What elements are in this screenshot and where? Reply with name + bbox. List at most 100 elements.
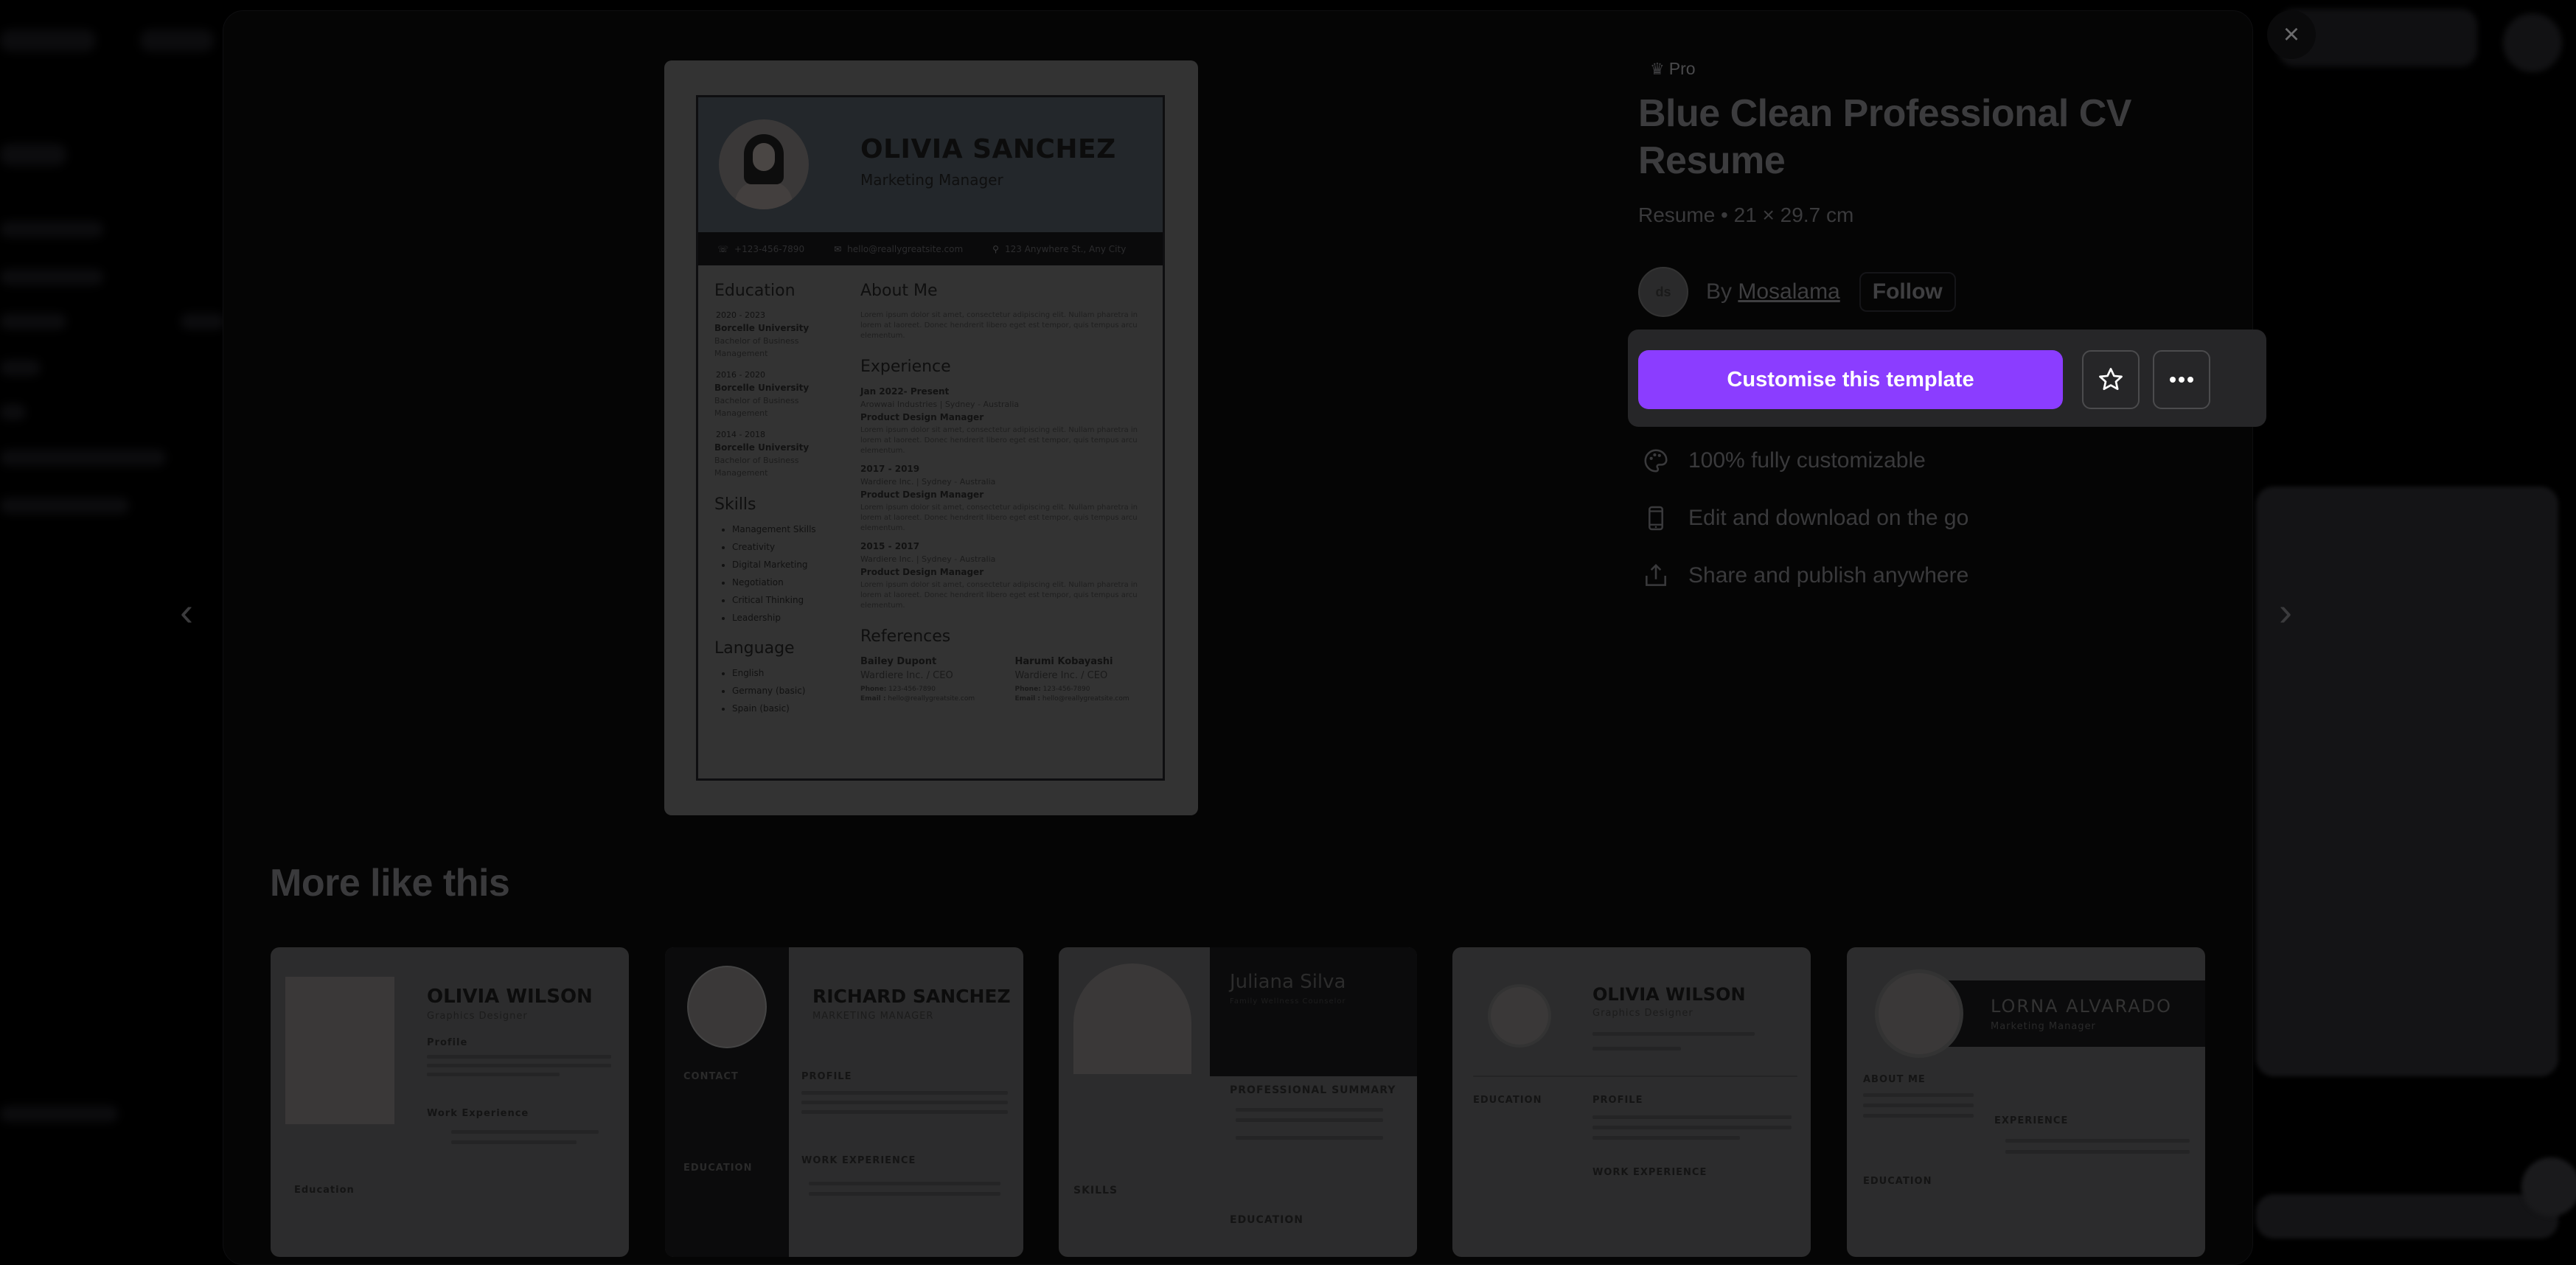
chevron-left-icon: ‹ — [180, 590, 193, 634]
bg-sidebar-item — [0, 221, 103, 237]
template-name: RICHARD SANCHEZ — [812, 986, 1011, 1007]
creator-row: ds By Mosalama Follow — [1638, 267, 1956, 317]
email-label: Email : — [1014, 695, 1041, 703]
experience-title: Product Design Manager — [860, 412, 984, 422]
reference-item: Harumi Kobayashi Wardiere Inc. / CEO Pho… — [1015, 656, 1152, 705]
more-horizontal-icon — [2170, 377, 2193, 383]
bg-sidebar-item — [0, 269, 103, 285]
experience-item: 2015 - 2017 Wardiere Inc. | Sydney - Aus… — [860, 541, 1152, 611]
language-item: Germany (basic) — [732, 686, 847, 696]
reference-name: Harumi Kobayashi — [1014, 656, 1113, 667]
education-years: 2014 - 2018 — [716, 430, 765, 439]
feature-item: 100% fully customizable — [1641, 432, 1968, 489]
bg-template-card — [2256, 487, 2558, 1076]
about-text: Lorem ipsum dolor sit amet, consectetur … — [860, 311, 1138, 340]
template-name: LORNA ALVARADO — [1991, 996, 2173, 1017]
resume-document: OLIVIA SANCHEZ Marketing Manager ☏ +123-… — [696, 95, 1165, 781]
star-icon — [2099, 368, 2123, 391]
template-section: EDUCATION — [1863, 1176, 1932, 1187]
bg-user-avatar — [2503, 13, 2562, 72]
chevron-right-icon: › — [2279, 590, 2292, 634]
phone-label: Phone: — [1014, 686, 1041, 693]
previous-template-button[interactable]: ‹ — [164, 590, 209, 634]
template-card[interactable]: LORNA ALVARADO Marketing Manager ABOUT M… — [1847, 947, 2205, 1257]
template-section: EXPERIENCE — [1994, 1115, 2069, 1126]
template-section: Education — [294, 1185, 355, 1196]
template-photo — [285, 977, 394, 1124]
template-card[interactable]: OLIVIA WILSON Graphics Designer EDUCATIO… — [1452, 947, 1811, 1257]
creator-byline: By Mosalama — [1706, 279, 1840, 304]
education-item: 2016 - 2020 Borcelle University Bachelor… — [714, 370, 847, 419]
template-section: WORK EXPERIENCE — [801, 1155, 916, 1166]
template-role: MARKETING MANAGER — [812, 1011, 934, 1022]
section-heading: Skills — [714, 495, 756, 514]
close-button[interactable]: × — [2267, 10, 2316, 59]
mail-icon: ✉ — [834, 243, 842, 254]
action-bar: Customise this template — [1628, 330, 2266, 427]
bg-sidebar-item — [0, 404, 26, 420]
section-heading: Experience — [860, 358, 951, 376]
template-role: Marketing Manager — [1991, 1021, 2096, 1032]
feature-item: Edit and download on the go — [1641, 489, 1968, 547]
template-card[interactable]: OLIVIA WILSON Graphics Designer Profile … — [271, 947, 629, 1257]
section-heading: References — [860, 627, 951, 646]
reference-item: Bailey Dupont Wardiere Inc. / CEO Phone:… — [860, 656, 998, 705]
experience-title: Product Design Manager — [860, 567, 984, 577]
pro-label: Pro — [1668, 59, 1696, 78]
education-years: 2016 - 2020 — [716, 370, 765, 380]
education-years: 2020 - 2023 — [716, 310, 765, 320]
creator-avatar-text: ds — [1655, 284, 1671, 299]
resume-header: OLIVIA SANCHEZ Marketing Manager — [698, 97, 1163, 232]
experience-text: Lorem ipsum dolor sit amet, consectetur … — [860, 426, 1138, 455]
education-school: Borcelle University — [714, 442, 810, 453]
resume-references: References Bailey Dupont Wardiere Inc. /… — [860, 627, 1152, 705]
section-heading: Language — [714, 639, 795, 658]
template-role: Graphics Designer — [1592, 1008, 1693, 1019]
experience-company: Wardiere Inc. | Sydney - Australia — [860, 554, 996, 564]
feature-label: 100% fully customizable — [1688, 448, 1926, 473]
more-options-button[interactable] — [2153, 350, 2210, 409]
template-title: Blue Clean Professional CV Resume — [1638, 92, 2131, 182]
template-preview[interactable]: OLIVIA SANCHEZ Marketing Manager ☏ +123-… — [664, 60, 1198, 815]
creator-link[interactable]: Mosalama — [1738, 279, 1839, 304]
template-section: PROFILE — [801, 1071, 852, 1082]
template-section: Profile — [427, 1037, 468, 1048]
education-school: Borcelle University — [714, 323, 810, 333]
phone-label: Phone: — [860, 686, 887, 693]
feature-item: Share and publish anywhere — [1641, 547, 1968, 604]
template-card[interactable]: Juliana Silva Family Wellness Counselor … — [1059, 947, 1417, 1257]
follow-button[interactable]: Follow — [1859, 272, 1956, 312]
template-role: Family Wellness Counselor — [1230, 997, 1346, 1006]
skill-item: Critical Thinking — [732, 595, 847, 605]
template-section: ABOUT ME — [1863, 1074, 1926, 1085]
language-item: English — [732, 668, 847, 678]
template-name: OLIVIA WILSON — [1592, 984, 1746, 1005]
template-section: PROFILE — [1592, 1095, 1643, 1106]
crown-icon: ♛ — [1650, 59, 1665, 78]
template-photo — [1073, 963, 1191, 1074]
bg-help-button — [2521, 1157, 2576, 1216]
creator-avatar[interactable]: ds — [1638, 267, 1688, 317]
bg-nav — [140, 29, 214, 52]
reference-email: hello@reallygreatsite.com — [888, 695, 975, 703]
education-degree: Bachelor of Business Management — [714, 396, 799, 418]
customise-template-button[interactable]: Customise this template — [1638, 350, 2063, 409]
resume-education: Education 2020 - 2023 Borcelle Universit… — [714, 282, 847, 479]
template-card[interactable]: RICHARD SANCHEZ MARKETING MANAGER CONTAC… — [665, 947, 1023, 1257]
more-like-this-heading: More like this — [270, 862, 510, 905]
next-template-button[interactable]: › — [2263, 590, 2308, 634]
template-section: PROFESSIONAL SUMMARY — [1230, 1084, 1396, 1096]
template-section: CONTACT — [683, 1071, 739, 1082]
template-section: Work Experience — [427, 1108, 529, 1119]
experience-period: 2017 - 2019 — [860, 464, 920, 474]
skill-item: Negotiation — [732, 577, 847, 588]
template-subtitle: Resume • 21 × 29.7 cm — [1638, 203, 1854, 226]
experience-text: Lorem ipsum dolor sit amet, consectetur … — [860, 581, 1138, 610]
language-item: Spain (basic) — [732, 703, 847, 714]
experience-title: Product Design Manager — [860, 489, 984, 500]
education-item: 2014 - 2018 Borcelle University Bachelor… — [714, 430, 847, 479]
phone-icon — [1641, 504, 1671, 532]
bg-sidebar-item — [0, 498, 129, 514]
template-photo — [1488, 984, 1551, 1048]
favorite-button[interactable] — [2082, 350, 2140, 409]
